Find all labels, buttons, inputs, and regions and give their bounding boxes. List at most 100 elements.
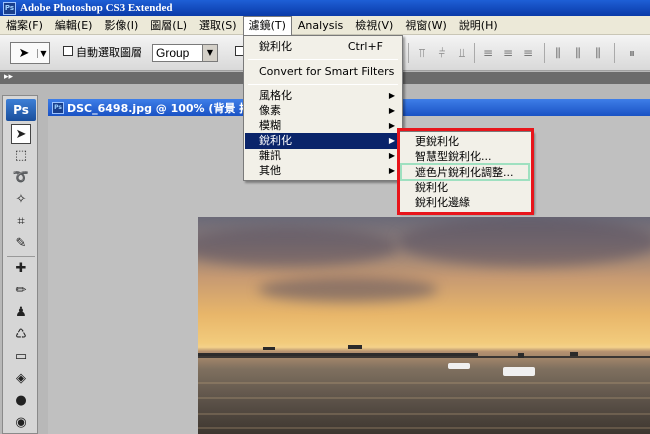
- lasso-tool-icon[interactable]: ➰: [11, 168, 31, 188]
- auto-select-label: 自動選取圖層: [76, 46, 142, 59]
- title-bar: Ps Adobe Photoshop CS3 Extended: [0, 0, 650, 16]
- convert-smart-filters-item[interactable]: Convert for Smart Filters: [245, 64, 401, 80]
- auto-align-icon[interactable]: ⏸: [624, 45, 640, 61]
- photoshop-logo-icon: Ps: [6, 99, 36, 121]
- crop-tool-icon[interactable]: ⌗: [11, 212, 31, 232]
- slice-tool-icon[interactable]: ✎: [11, 234, 31, 254]
- wave: [198, 413, 650, 415]
- expand-panels-icon[interactable]: ▸▸: [4, 72, 13, 82]
- toolbox: Ps ➤ ⬚ ➰ ✧ ⌗ ✎ ✚ ✏ ♟ ♺ ▭ ◈ ● ◉: [2, 95, 38, 434]
- submenu-item-sharpen-edges[interactable]: 銳利化邊緣: [401, 195, 531, 211]
- chevron-down-icon: ▼: [202, 45, 217, 61]
- menu-bar: 檔案(F) 編輯(E) 影像(I) 圖層(L) 選取(S) 濾鏡(T) Anal…: [0, 15, 650, 35]
- cloud: [258, 277, 438, 302]
- history-brush-tool-icon[interactable]: ♺: [11, 325, 31, 345]
- paint-bucket-tool-icon[interactable]: ◈: [11, 369, 31, 389]
- submenu-item-unsharp-mask[interactable]: 遮色片銳利化調整...: [401, 165, 531, 181]
- wave: [198, 427, 650, 429]
- menu-edit[interactable]: 編輯(E): [49, 16, 99, 35]
- submenu-arrow-icon: ▶: [388, 106, 395, 115]
- menu-view[interactable]: 檢視(V): [349, 16, 399, 35]
- submenu-item-sharpen[interactable]: 銳利化: [401, 180, 531, 196]
- divider: [544, 43, 545, 63]
- menu-divider: [248, 84, 398, 85]
- dropdown-value: Group: [156, 46, 190, 60]
- brush-tool-icon[interactable]: ✏: [11, 281, 31, 301]
- move-arrow-icon: ➤: [18, 45, 30, 61]
- magic-wand-tool-icon[interactable]: ✧: [11, 190, 31, 210]
- submenu-arrow-icon: ▶: [388, 121, 395, 130]
- shortcut-label: Ctrl+F: [347, 40, 383, 53]
- cloud: [398, 217, 650, 267]
- submenu-arrow-icon: ▶: [388, 166, 395, 175]
- menu-select[interactable]: 選取(S): [193, 16, 243, 35]
- menu-analysis[interactable]: Analysis: [292, 16, 349, 35]
- wave: [198, 382, 650, 384]
- lighthouse: [518, 353, 524, 358]
- menu-layer[interactable]: 圖層(L): [144, 16, 193, 35]
- fishing-boat: [503, 367, 535, 376]
- eraser-tool-icon[interactable]: ▭: [11, 347, 31, 367]
- menu-item-label: 風格化: [259, 89, 292, 102]
- distribute-vcenter-icon[interactable]: ≡: [500, 45, 516, 61]
- menu-item-label: 像素: [259, 104, 281, 117]
- menu-item-blur[interactable]: 模糊 ▶: [245, 118, 401, 134]
- fishing-boat: [448, 363, 470, 369]
- distribute-bottom-icon[interactable]: ≡: [520, 45, 536, 61]
- menu-item-noise[interactable]: 雜訊 ▶: [245, 148, 401, 164]
- blur-tool-icon[interactable]: ●: [11, 391, 31, 411]
- marquee-tool-icon[interactable]: ⬚: [11, 146, 31, 166]
- window-title: Adobe Photoshop CS3 Extended: [20, 2, 173, 14]
- distant-boat: [570, 352, 578, 356]
- filter-menu: 銳利化 Ctrl+F Convert for Smart Filters 風格化…: [243, 35, 403, 181]
- menu-item-other[interactable]: 其他 ▶: [245, 163, 401, 179]
- submenu-arrow-icon: ▶: [388, 151, 395, 160]
- align-bottom-icon[interactable]: ⫫: [454, 45, 470, 61]
- menu-item-sharpen[interactable]: 銳利化 ▶: [245, 133, 401, 149]
- distribute-right-icon[interactable]: ⫼: [590, 45, 606, 61]
- menu-filter[interactable]: 濾鏡(T): [242, 15, 292, 35]
- menu-item-label: 其他: [259, 164, 281, 177]
- menu-divider: [248, 59, 398, 60]
- submenu-arrow-icon: ▶: [388, 91, 395, 100]
- convert-smart-filters-label: Convert for Smart Filters: [259, 65, 395, 78]
- auto-select-checkbox[interactable]: [63, 46, 73, 56]
- align-top-icon[interactable]: ⫪: [414, 45, 430, 61]
- menu-item-pixelate[interactable]: 像素 ▶: [245, 103, 401, 119]
- dodge-tool-icon[interactable]: ◉: [11, 413, 31, 433]
- healing-brush-tool-icon[interactable]: ✚: [11, 259, 31, 279]
- move-tool-icon[interactable]: ➤: [11, 124, 31, 144]
- divider: [408, 43, 409, 63]
- cloud: [198, 227, 398, 267]
- menu-help[interactable]: 說明(H): [453, 16, 504, 35]
- menu-item-label: 模糊: [259, 119, 281, 132]
- align-vcenter-icon[interactable]: ⫩: [434, 45, 450, 61]
- last-filter-item[interactable]: 銳利化 Ctrl+F: [245, 39, 401, 55]
- distant-boat: [348, 345, 362, 349]
- distribute-hcenter-icon[interactable]: ⫼: [570, 45, 586, 61]
- tool-preset-picker[interactable]: ➤ ▼: [10, 42, 50, 64]
- menu-item-label: 雜訊: [259, 149, 281, 162]
- auto-select-dropdown[interactable]: Group ▼: [152, 44, 218, 62]
- distribute-top-icon[interactable]: ≡: [480, 45, 496, 61]
- submenu-item-sharpen-more[interactable]: 更銳利化: [401, 134, 531, 150]
- menu-item-stylize[interactable]: 風格化 ▶: [245, 88, 401, 104]
- distribute-left-icon[interactable]: ⫼: [550, 45, 566, 61]
- divider: [7, 256, 35, 257]
- menu-file[interactable]: 檔案(F): [0, 16, 49, 35]
- distant-boat: [263, 347, 275, 350]
- chevron-down-icon: ▼: [37, 48, 49, 58]
- menu-item-label: 銳利化: [259, 134, 292, 147]
- photoshop-logo-icon: Ps: [3, 1, 16, 15]
- submenu-arrow-icon: ▶: [388, 136, 395, 145]
- clone-stamp-tool-icon[interactable]: ♟: [11, 303, 31, 323]
- horizon: [198, 356, 650, 358]
- last-filter-label: 銳利化: [259, 40, 292, 53]
- photo-canvas[interactable]: [198, 217, 650, 434]
- sharpen-submenu: 更銳利化 智慧型銳利化... 遮色片銳利化調整... 銳利化 銳利化邊緣: [398, 131, 533, 213]
- submenu-item-smart-sharpen[interactable]: 智慧型銳利化...: [401, 149, 531, 165]
- divider: [614, 43, 615, 63]
- menu-window[interactable]: 視窗(W): [399, 16, 452, 35]
- menu-image[interactable]: 影像(I): [98, 16, 144, 35]
- document-icon: Ps: [52, 101, 64, 114]
